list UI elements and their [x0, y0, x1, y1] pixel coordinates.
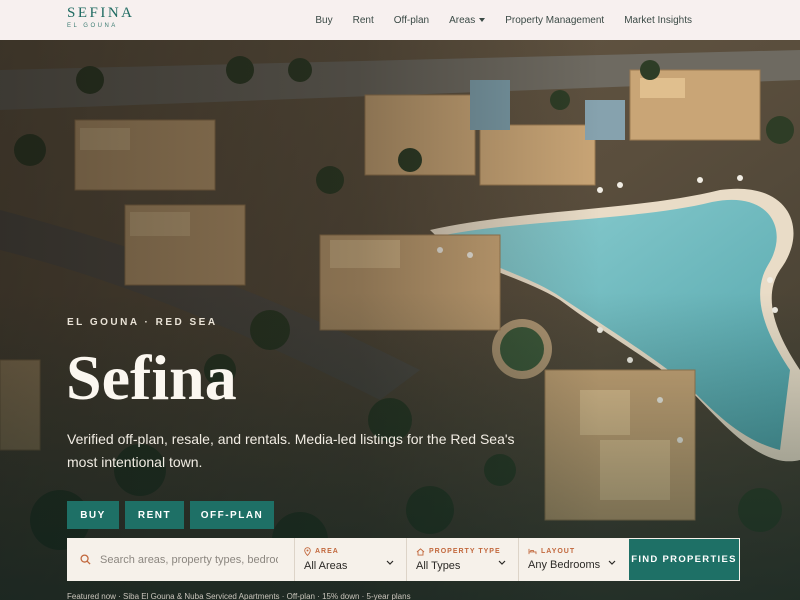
- brand-name: SEFINA: [67, 5, 135, 21]
- site-header: SEFINA EL GOUNA Buy Rent Off-plan Areas …: [0, 0, 800, 40]
- nav-item-areas-label: Areas: [449, 14, 476, 26]
- search-icon: [80, 554, 91, 565]
- nav-item-property-management[interactable]: Property Management: [505, 15, 604, 26]
- hero-eyebrow: EL GOUNA · RED SEA: [67, 317, 218, 328]
- chevron-down-icon: [479, 18, 486, 22]
- layout-label-text: LAYOUT: [541, 548, 576, 555]
- layout-label: LAYOUT: [528, 548, 628, 555]
- hero-title: Sefina: [66, 342, 237, 413]
- hero-button-group: BUY RENT OFF-PLAN: [67, 501, 274, 529]
- find-properties-button[interactable]: FIND PROPERTIES: [628, 538, 740, 581]
- nav-item-offplan[interactable]: Off-plan: [394, 15, 429, 26]
- area-select[interactable]: AREA All Areas: [295, 538, 407, 581]
- area-label: AREA: [304, 547, 406, 556]
- brand-tagline: EL GOUNA: [67, 23, 118, 29]
- property-type-label: PROPERTY TYPE: [416, 547, 518, 556]
- nav-item-market-insights[interactable]: Market Insights: [624, 15, 692, 26]
- nav-item-rent[interactable]: Rent: [353, 15, 374, 26]
- featured-strip[interactable]: Featured now · Siba El Gouna & Nuba Serv…: [67, 592, 411, 600]
- offplan-button[interactable]: OFF-PLAN: [190, 501, 274, 529]
- rent-button[interactable]: RENT: [125, 501, 184, 529]
- chevron-down-icon: [386, 560, 394, 565]
- hero-subtitle: Verified off-plan, resale, and rentals. …: [67, 431, 515, 470]
- brand-logo[interactable]: SEFINA EL GOUNA: [67, 5, 135, 30]
- area-label-text: AREA: [315, 548, 339, 555]
- nav-item-buy[interactable]: Buy: [315, 15, 332, 26]
- home-icon: [416, 547, 425, 556]
- property-type-select[interactable]: PROPERTY TYPE All Types: [407, 538, 519, 581]
- map-pin-icon: [304, 547, 311, 556]
- buy-button[interactable]: BUY: [67, 501, 119, 529]
- chevron-down-icon: [608, 560, 616, 565]
- layout-select[interactable]: LAYOUT Any Bedrooms: [519, 538, 628, 581]
- search-field: [67, 538, 295, 581]
- property-type-label-text: PROPERTY TYPE: [429, 548, 501, 555]
- property-search-bar: AREA All Areas PROPERTY TYPE All Types L…: [67, 538, 740, 581]
- chevron-down-icon: [498, 560, 506, 565]
- bed-icon: [528, 548, 537, 555]
- main-nav: Buy Rent Off-plan Areas Property Managem…: [315, 0, 692, 40]
- search-input[interactable]: [100, 553, 278, 566]
- nav-item-areas[interactable]: Areas: [449, 14, 486, 26]
